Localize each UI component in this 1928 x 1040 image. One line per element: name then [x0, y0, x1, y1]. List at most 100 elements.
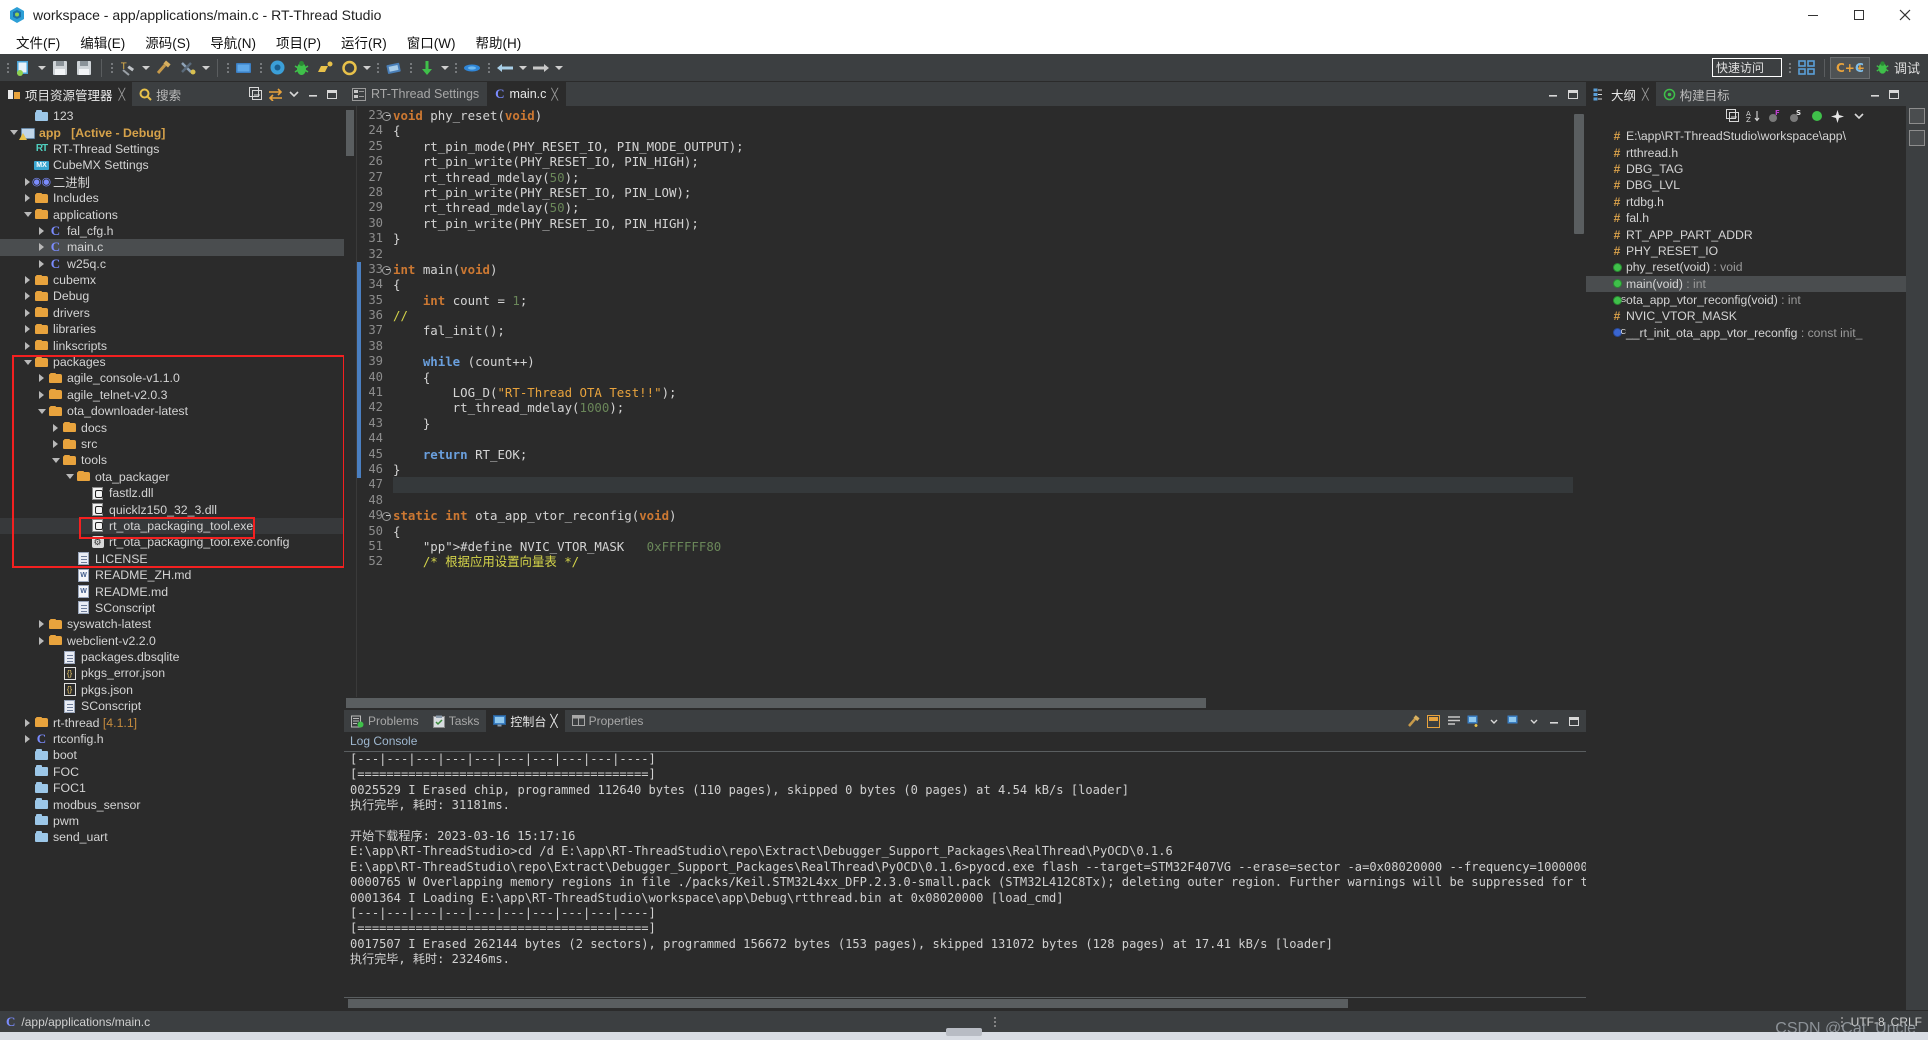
forward-nav-dropdown-icon[interactable] [553, 57, 565, 79]
tree-item[interactable]: W README.md [0, 583, 344, 599]
outline-hide-fields-icon[interactable]: F [1767, 109, 1782, 124]
save-icon[interactable] [49, 57, 71, 79]
outline-item[interactable]: # rtdbg.h [1586, 194, 1906, 210]
tree-item[interactable]: FOC1 [0, 780, 344, 796]
tree-item[interactable]: applications [0, 206, 344, 222]
tree-item[interactable]: rt_ota_packaging_tool.exe [0, 517, 344, 535]
collapse-all-icon[interactable] [248, 86, 264, 102]
editor-horizontal-scrollbar[interactable] [344, 697, 1586, 710]
code-line[interactable]: { [393, 123, 1586, 138]
debug-run-dropdown-icon[interactable] [361, 57, 373, 79]
code-line[interactable]: rt_pin_mode(PHY_RESET_IO, PIN_MODE_OUTPU… [393, 139, 1586, 154]
minimize-panel-icon[interactable] [305, 86, 321, 102]
new-console-icon[interactable] [1466, 714, 1481, 729]
twisty-collapsed-icon[interactable] [36, 620, 47, 628]
code-line[interactable]: } [393, 416, 1586, 431]
tab-console[interactable]: 控制台 ╳ [486, 710, 565, 732]
download-arrow-icon[interactable] [416, 57, 438, 79]
perspective-drag-handle[interactable] [1788, 59, 1793, 77]
code-line[interactable] [393, 431, 1586, 446]
code-line[interactable]: static int ota_app_vtor_reconfig(void) [393, 508, 1586, 523]
outline-item[interactable]: Sota_app_vtor_reconfig(void) : int [1586, 292, 1906, 308]
code-line[interactable] [393, 493, 1586, 508]
view-menu-icon[interactable] [286, 86, 302, 102]
new-file-dropdown-icon[interactable] [36, 57, 48, 79]
clean-icon[interactable] [153, 57, 175, 79]
tab-project-explorer[interactable]: 项目资源管理器 ╳ [0, 82, 133, 106]
outline-hide-static-icon[interactable]: S [1788, 109, 1803, 124]
tree-item[interactable]: Cw25q.c [0, 256, 344, 272]
tree-item[interactable]: rt-thread [4.1.1] [0, 714, 344, 730]
menu-help[interactable]: 帮助(H) [465, 30, 531, 54]
tree-item[interactable]: SConscript [0, 600, 344, 616]
toolbar-drag-handle[interactable] [5, 59, 10, 77]
tab-properties[interactable]: Properties [565, 710, 651, 732]
build-config-icon[interactable] [177, 57, 199, 79]
twisty-collapsed-icon[interactable] [50, 424, 61, 432]
toolbar-drag-handle-4[interactable] [258, 59, 263, 77]
outline-maximize-icon[interactable] [1886, 86, 1902, 102]
twisty-collapsed-icon[interactable] [22, 342, 33, 350]
twisty-expanded-icon[interactable] [22, 212, 33, 217]
tree-item[interactable]: boot [0, 747, 344, 763]
tree-item[interactable]: docs [0, 419, 344, 435]
tree-item[interactable]: SConscript [0, 698, 344, 714]
tree-item[interactable]: packages.dbsqlite [0, 649, 344, 665]
twisty-expanded-icon[interactable] [64, 474, 75, 479]
quick-access-input[interactable]: 快速访问 [1711, 58, 1782, 77]
display-console-dropdown-icon[interactable] [1526, 714, 1541, 729]
code-line[interactable]: "pp">#define NVIC_VTOR_MASK 0xFFFFFF80 [393, 539, 1586, 554]
code-line[interactable]: } [393, 231, 1586, 246]
menu-navigate[interactable]: 导航(N) [200, 30, 266, 54]
code-line[interactable]: { [393, 370, 1586, 385]
twisty-collapsed-icon[interactable] [22, 735, 33, 743]
outline-hide-nonpublic-icon[interactable] [1809, 109, 1824, 124]
code-line[interactable]: rt_pin_write(PHY_RESET_IO, PIN_LOW); [393, 185, 1586, 200]
tree-item[interactable]: FOC [0, 764, 344, 780]
tree-item[interactable]: send_uart [0, 829, 344, 845]
source-code[interactable]: void phy_reset(void){ rt_pin_mode(PHY_RE… [387, 106, 1586, 697]
tree-item[interactable]: cubemx [0, 272, 344, 288]
menu-source[interactable]: 源码(S) [135, 30, 200, 54]
terminal-icon[interactable] [233, 57, 255, 79]
tree-item[interactable]: agile_telnet-v2.0.3 [0, 387, 344, 403]
toolbar-drag-handle-5[interactable] [375, 59, 380, 77]
outline-item[interactable]: # fal.h [1586, 210, 1906, 226]
display-console-icon[interactable] [1506, 714, 1521, 729]
console-horizontal-scrollbar[interactable] [344, 998, 1586, 1010]
twisty-collapsed-icon[interactable] [36, 374, 47, 382]
tree-item[interactable]: {} pkgs_error.json [0, 665, 344, 681]
twisty-collapsed-icon[interactable] [36, 260, 47, 268]
new-file-icon[interactable] [13, 57, 35, 79]
tab-project-explorer-close-icon[interactable]: ╳ [119, 88, 126, 101]
link-with-editor-icon[interactable] [267, 86, 283, 102]
tree-item[interactable]: W README_ZH.md [0, 567, 344, 583]
tree-item[interactable]: app [Active - Debug] [0, 124, 344, 141]
code-line[interactable]: rt_thread_mdelay(50); [393, 170, 1586, 185]
twisty-collapsed-icon[interactable] [36, 391, 47, 399]
run-external-icon[interactable] [314, 57, 336, 79]
restore-view-icon[interactable] [1909, 108, 1925, 124]
twisty-collapsed-icon[interactable] [36, 637, 47, 645]
outline-collapse-all-icon[interactable] [1725, 109, 1740, 124]
perspective-cpp-button[interactable]: C++ C [1829, 56, 1870, 79]
toolbar-drag-handle-2[interactable] [109, 59, 114, 77]
outline-filters-icon[interactable] [1830, 109, 1845, 124]
search-scope-icon[interactable] [461, 57, 483, 79]
editor-minimize-icon[interactable] [1545, 86, 1561, 102]
twisty-collapsed-icon[interactable] [22, 292, 33, 300]
tab-rt-thread-settings[interactable]: RT-Thread Settings [344, 82, 487, 106]
tab-search[interactable]: 搜索 [132, 82, 188, 106]
code-line[interactable]: /* 根据应用设置向量表 */ [393, 554, 1586, 569]
scroll-lock-icon[interactable] [1426, 714, 1441, 729]
maximize-button[interactable] [1836, 0, 1882, 30]
perspective-debug-button[interactable]: 调试 [1870, 57, 1925, 79]
twisty-collapsed-icon[interactable] [22, 276, 33, 284]
back-nav-dropdown-icon[interactable] [517, 57, 529, 79]
code-line[interactable]: while (count++) [393, 354, 1586, 369]
code-line[interactable]: fal_init(); [393, 323, 1586, 338]
menu-window[interactable]: 窗口(W) [397, 30, 466, 54]
tree-item[interactable]: webclient-v2.2.0 [0, 633, 344, 649]
twisty-collapsed-icon[interactable] [50, 440, 61, 448]
toolbar-drag-handle-8[interactable] [486, 59, 491, 77]
